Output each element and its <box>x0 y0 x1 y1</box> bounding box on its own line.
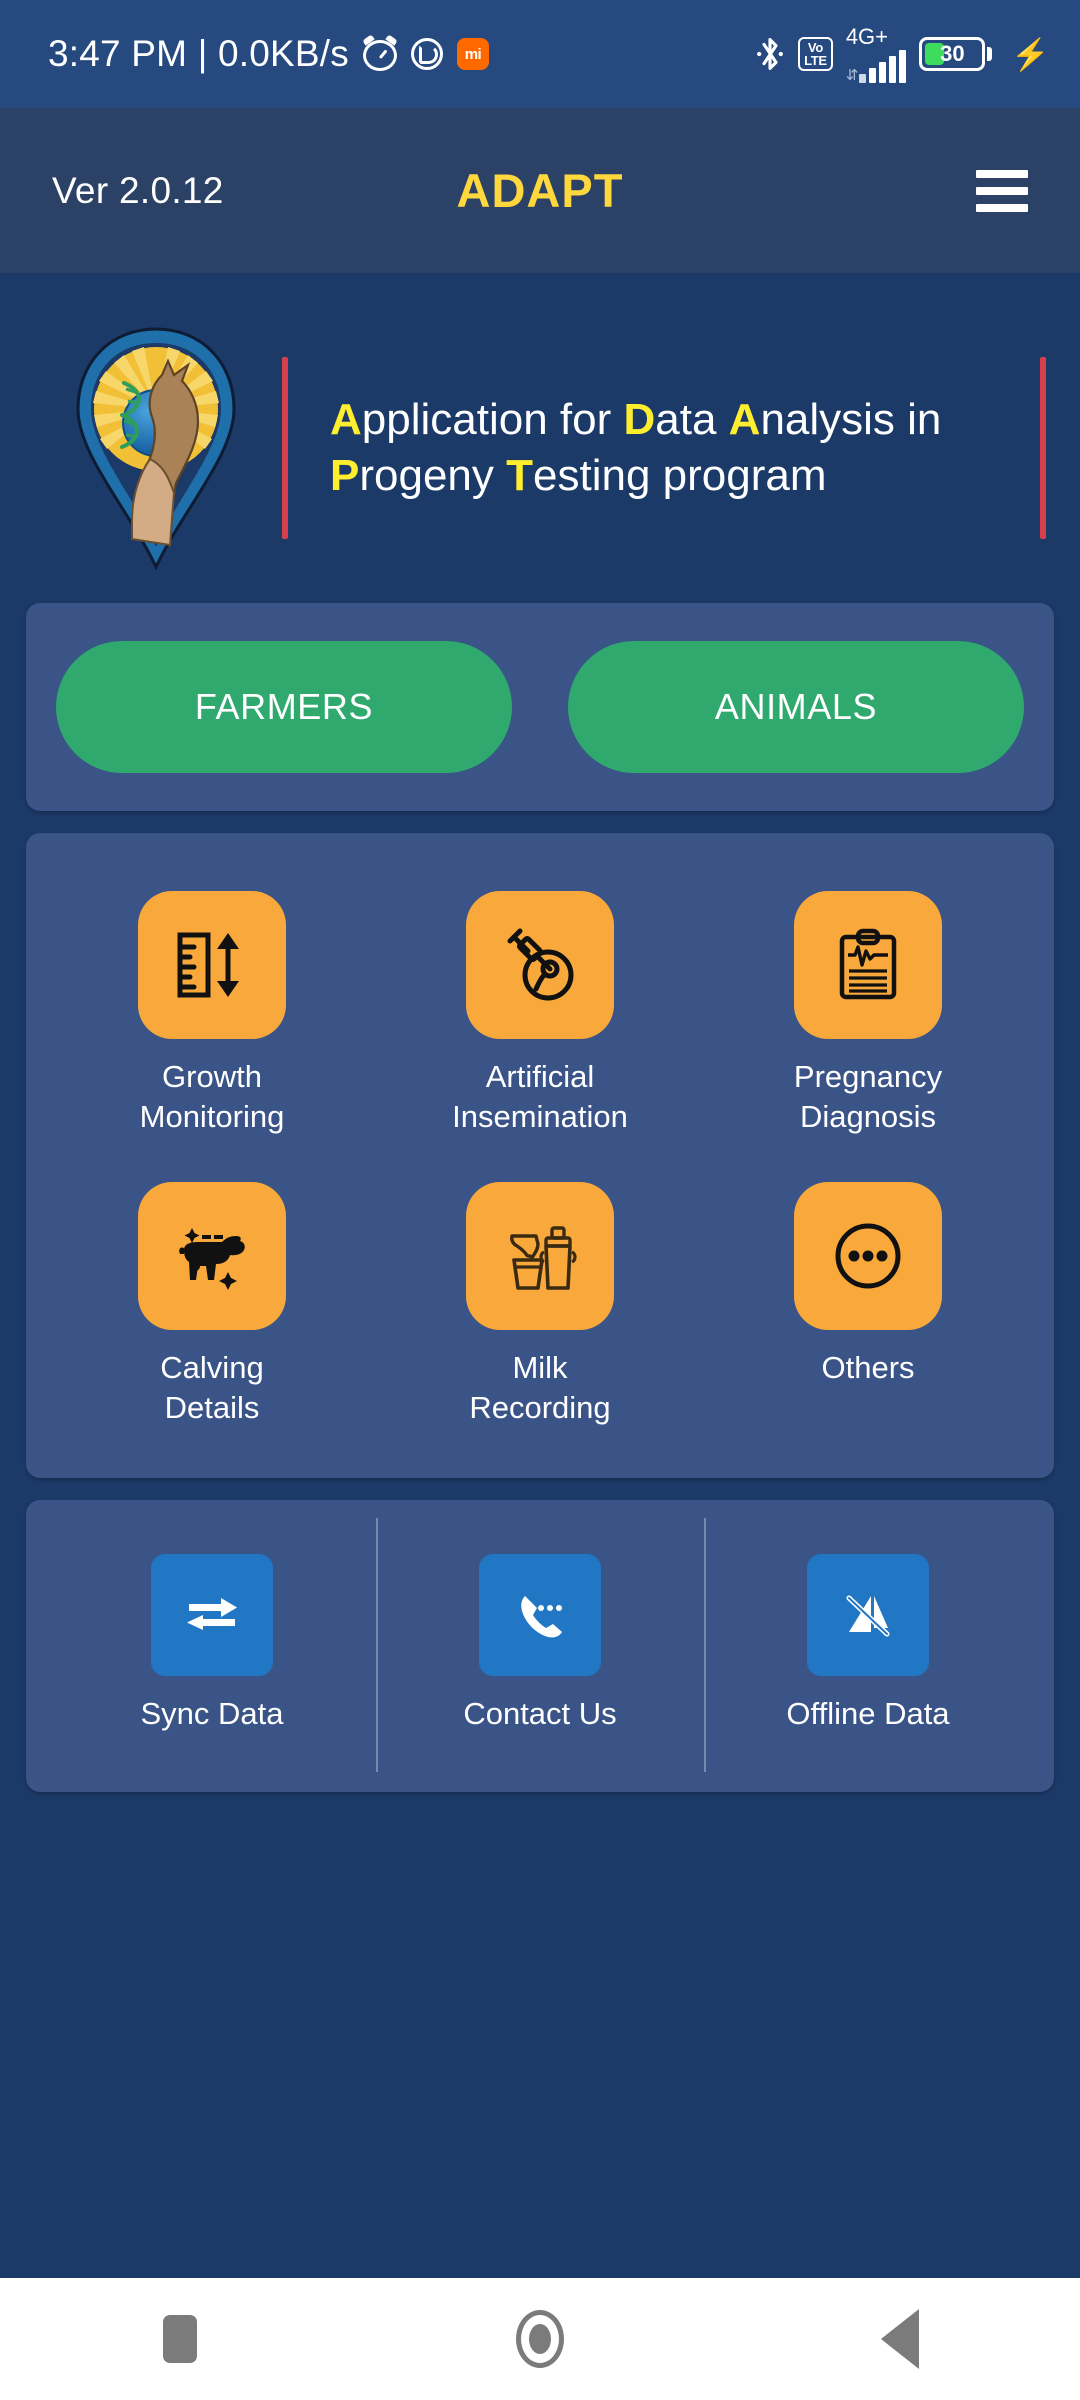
app-version-label: Ver 2.0.12 <box>52 169 224 211</box>
clock-text: 3:47 PM <box>48 33 188 74</box>
tagline-segment-5: esting program <box>533 451 827 500</box>
module-growth-monitoring[interactable]: Growth Monitoring <box>48 891 376 1136</box>
home-circle-icon[interactable] <box>465 2278 615 2400</box>
tagline-letter-d: D <box>623 394 656 444</box>
status-bar-right: Vo LTE 4G+ ⇵ 30 ⚡ <box>755 23 1050 84</box>
utility-label: Offline Data <box>786 1695 950 1731</box>
tagline-letter-p: P <box>330 451 360 500</box>
hero-banner: Application for Data Analysis in Progeny… <box>0 273 1080 603</box>
back-triangle-icon[interactable] <box>825 2278 975 2400</box>
module-label: Calving Details <box>160 1348 263 1427</box>
ellipsis-circle-icon <box>794 1182 942 1331</box>
utility-label: Contact Us <box>463 1695 617 1731</box>
module-label-line1: Pregnancy <box>793 1059 943 1094</box>
module-label-line1: Growth <box>162 1059 262 1094</box>
network-type-label: 4G+ <box>845 23 889 49</box>
charging-bolt-icon: ⚡ <box>1011 36 1050 72</box>
hero-divider-left <box>282 357 288 539</box>
tagline-letter-a1: A <box>330 394 362 444</box>
module-label-line2: Monitoring <box>139 1098 285 1134</box>
module-label-line2: Diagnosis <box>799 1098 937 1134</box>
tagline-segment-1: pplication for <box>361 394 624 444</box>
whatsapp-icon <box>410 38 443 70</box>
module-label-line2: Insemination <box>452 1098 628 1134</box>
status-time: 3:47 PM | 0.0KB/s <box>48 33 349 75</box>
module-label-line2: Recording <box>469 1390 611 1426</box>
utility-contact-us[interactable]: Contact Us <box>376 1517 704 1772</box>
milk-can-bucket-icon <box>466 1182 614 1331</box>
data-arrows-icon: ⇵ <box>845 66 859 84</box>
module-label: Others <box>821 1348 914 1388</box>
signal-off-icon <box>807 1553 929 1676</box>
status-bar-left: 3:47 PM | 0.0KB/s mi <box>48 33 489 75</box>
module-pregnancy-diagnosis[interactable]: Pregnancy Diagnosis <box>704 891 1032 1136</box>
hamburger-menu-icon[interactable] <box>976 169 1028 212</box>
sync-arrows-icon <box>151 1553 273 1676</box>
tagline-letter-a2: A <box>728 394 761 444</box>
module-label-line2: Details <box>164 1390 260 1426</box>
phone-dots-icon <box>479 1553 601 1676</box>
syringe-sperm-icon <box>466 891 614 1039</box>
alarm-icon <box>362 34 398 71</box>
clipboard-ecg-icon <box>794 891 942 1039</box>
hero-divider-right <box>1040 357 1046 539</box>
mi-notification-icon: mi <box>456 38 489 70</box>
status-bar: 3:47 PM | 0.0KB/s mi Vo LTE 4G+ ⇵ 30 ⚡ <box>0 0 1080 108</box>
bluetooth-icon <box>755 36 785 72</box>
module-others[interactable]: Others <box>704 1182 1032 1427</box>
utility-offline-data[interactable]: Offline Data <box>704 1517 1032 1772</box>
app-bar: Ver 2.0.12 ADAPT <box>0 108 1080 273</box>
adapt-logo-icon <box>70 323 242 573</box>
volte-bottom-text: LTE <box>804 53 827 68</box>
modules-card: Growth Monitoring Artificial Inseminatio… <box>26 833 1054 1478</box>
farmers-button[interactable]: FARMERS <box>56 641 512 773</box>
tagline-segment-3: nalysis in <box>760 394 942 444</box>
tagline-segment-2: ata <box>655 394 729 444</box>
module-label-line1: Calving <box>160 1350 264 1386</box>
signal-bars-icon <box>859 49 907 83</box>
utilities-card: Sync Data Contact Us Offline Data <box>26 1499 1054 1792</box>
tagline-letter-t: T <box>506 451 534 500</box>
network-speed-text: 0.0KB/s <box>217 33 349 74</box>
primary-actions-card: FARMERS ANIMALS <box>26 603 1054 811</box>
cow-sparkle-icon <box>138 1182 286 1331</box>
module-label: Milk Recording <box>469 1348 610 1427</box>
module-label-line1: Artificial <box>485 1059 595 1094</box>
android-navigation-bar <box>0 2278 1080 2400</box>
ruler-arrows-icon <box>138 891 286 1039</box>
module-label: Artificial Insemination <box>452 1057 628 1136</box>
recents-square-icon[interactable] <box>105 2278 255 2400</box>
module-calving-details[interactable]: Calving Details <box>48 1182 376 1427</box>
module-label-line1: Others <box>821 1350 915 1386</box>
hero-tagline: Application for Data Analysis in Progeny… <box>330 392 1040 505</box>
module-label: Pregnancy Diagnosis <box>794 1057 942 1136</box>
network-signal-icon: 4G+ ⇵ <box>845 23 907 84</box>
battery-icon: 30 <box>919 37 993 71</box>
utility-label: Sync Data <box>140 1695 284 1731</box>
volte-icon: Vo LTE <box>798 37 833 71</box>
module-label-line1: Milk <box>512 1350 568 1386</box>
module-artificial-insemination[interactable]: Artificial Insemination <box>376 891 704 1136</box>
modules-grid: Growth Monitoring Artificial Inseminatio… <box>48 891 1032 1428</box>
status-separator: | <box>197 33 208 74</box>
tagline-segment-4: rogeny <box>359 451 507 500</box>
bottom-spacer <box>0 1814 1080 2278</box>
module-milk-recording[interactable]: Milk Recording <box>376 1182 704 1427</box>
utility-sync-data[interactable]: Sync Data <box>48 1553 376 1732</box>
module-label: Growth Monitoring <box>140 1057 285 1136</box>
battery-percent-text: 30 <box>940 41 965 66</box>
app-screen: 3:47 PM | 0.0KB/s mi Vo LTE 4G+ ⇵ 30 ⚡ V… <box>0 0 1080 2400</box>
animals-button[interactable]: ANIMALS <box>568 641 1024 773</box>
